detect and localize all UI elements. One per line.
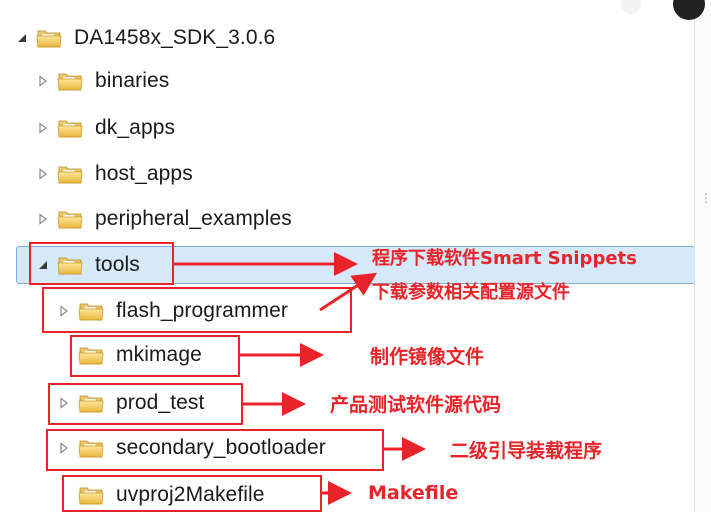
annotation-uvproj2makefile: Makefile (368, 482, 459, 504)
annotation-tools: 程序下载软件Smart Snippets (372, 248, 637, 269)
annotation-flash-programmer: 下载参数相关配置源文件 (372, 282, 570, 303)
annotation-secondary-bootloader: 二级引导装载程序 (450, 440, 603, 462)
arrow-flash-programmer (319, 272, 378, 312)
annotation-prod-test: 产品测试软件源代码 (330, 394, 502, 416)
annotation-mkimage: 制作镜像文件 (370, 346, 485, 368)
